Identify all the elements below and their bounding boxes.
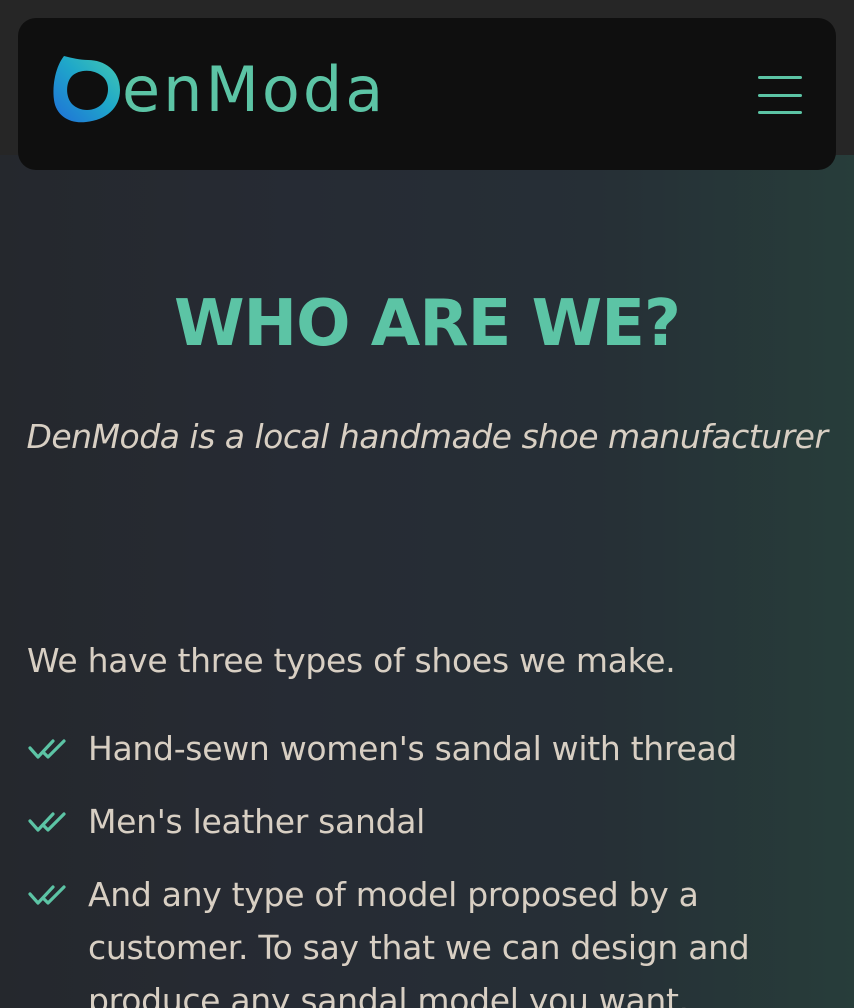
list-item: And any type of model proposed by a cust… [27, 868, 827, 1008]
intro-text: We have three types of shoes we make. [27, 641, 676, 680]
list-item: Hand-sewn women's sandal with thread [27, 722, 827, 775]
navbar: enModa [18, 18, 836, 170]
hamburger-menu-icon-bar-top [758, 76, 802, 79]
list-item-text: Hand-sewn women's sandal with thread [88, 729, 738, 768]
double-check-icon [28, 812, 66, 832]
list-item-text: And any type of model proposed by a cust… [88, 875, 750, 1008]
section-title: WHO ARE WE? [173, 287, 681, 361]
brand-name: enModa [122, 53, 387, 126]
section-subtitle: DenModa is a local handmade shoe manufac… [26, 417, 828, 456]
denmoda-logo-mark-icon [53, 56, 120, 123]
hamburger-menu-button[interactable] [758, 76, 802, 114]
list-item: Men's leather sandal [27, 795, 827, 848]
list-item-text: Men's leather sandal [88, 802, 426, 841]
brand-logo-link[interactable]: enModa [52, 48, 386, 128]
hamburger-menu-icon-bar-middle [758, 93, 802, 97]
hamburger-menu-icon-bar-bottom [758, 111, 802, 114]
shoe-types-list: Hand-sewn women's sandal with thread Men… [27, 722, 827, 1008]
double-check-icon [28, 739, 66, 759]
double-check-icon [28, 885, 66, 905]
